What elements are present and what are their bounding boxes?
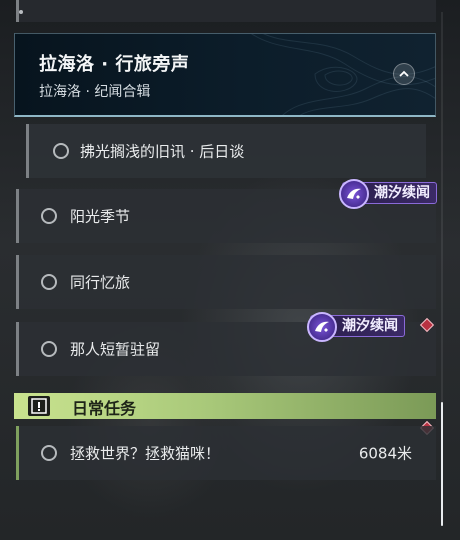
ring-icon (41, 445, 57, 461)
tide-badge-label: 潮汐续闻 (374, 185, 430, 201)
daily-quest-label: 拯救世界？拯救猫咪！ (70, 444, 221, 463)
stub-dot (19, 10, 23, 14)
tide-badge-label: 潮汐续闻 (342, 318, 398, 334)
ring-icon (41, 341, 57, 357)
quest-row[interactable]: 拂光搁浅的旧讯 · 后日谈 (26, 124, 426, 178)
ring-icon (41, 274, 57, 290)
chevron-up-icon (399, 70, 409, 77)
daily-quest-row[interactable]: 拯救世界？拯救猫咪！ 6084米 (16, 426, 436, 480)
quest-label: 拂光搁浅的旧讯 · 后日谈 (80, 142, 245, 161)
tide-event-badge: 潮汐续闻 (339, 179, 437, 209)
quest-label: 同行忆旅 (70, 273, 131, 292)
previous-quest-row-stub[interactable] (16, 0, 436, 22)
region-title: 拉海洛 · 行旅旁声 (39, 54, 190, 75)
region-subtitle: 拉海洛 · 纪闻合辑 (39, 84, 151, 100)
ring-icon (53, 143, 69, 159)
daily-quests-title: 日常任务 (72, 399, 137, 418)
tide-swirl-icon (307, 312, 337, 342)
ring-icon (41, 208, 57, 224)
tide-event-badge: 潮汐续闻 (307, 312, 405, 342)
tide-swirl-icon (339, 179, 369, 209)
region-header[interactable]: 拉海洛 · 行旅旁声 拉海洛 · 纪闻合辑 (14, 33, 436, 117)
daily-quests-header[interactable]: 日常任务 (14, 393, 436, 419)
quest-row[interactable]: 同行忆旅 (16, 255, 436, 309)
distance-readout: 6084米 (358, 444, 412, 463)
collapse-button[interactable] (393, 63, 415, 85)
exclamation-icon (28, 396, 50, 416)
quest-label: 那人短暂驻留 (70, 340, 161, 359)
quest-label: 阳光季节 (70, 207, 131, 226)
scrollbar-thumb[interactable] (441, 402, 443, 526)
